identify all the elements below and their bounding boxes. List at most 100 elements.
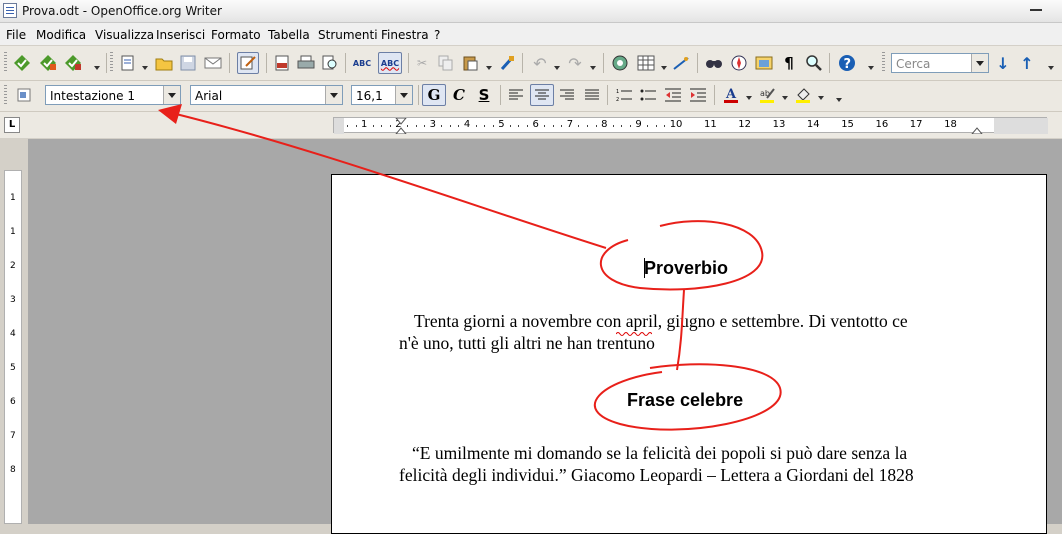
- undo-dropdown-icon[interactable]: [554, 62, 560, 72]
- tab-stop-type-button[interactable]: L: [4, 117, 20, 133]
- formatting-marks-icon[interactable]: ¶: [779, 53, 799, 73]
- copy-icon[interactable]: [436, 53, 456, 73]
- ruler-tick: [475, 125, 477, 127]
- navigator-icon[interactable]: [610, 53, 630, 73]
- minimize-button[interactable]: [1010, 0, 1062, 18]
- menu-tabella[interactable]: Tabella: [268, 28, 310, 42]
- right-indent-marker[interactable]: [971, 118, 983, 134]
- numbering-icon[interactable]: 12: [614, 85, 634, 105]
- highlighting-dropdown-icon[interactable]: [782, 92, 788, 102]
- increase-indent-icon[interactable]: [688, 85, 708, 105]
- menu-inserisci[interactable]: Inserisci: [156, 28, 205, 42]
- ruler-number: 14: [805, 119, 821, 130]
- align-right-icon[interactable]: [557, 85, 577, 105]
- vruler-number: 5: [10, 363, 16, 373]
- paste-dropdown-icon[interactable]: [486, 62, 492, 72]
- find-replace-icon[interactable]: [704, 53, 724, 73]
- font-name-value: Arial: [195, 89, 223, 103]
- ruler-tick: [629, 125, 631, 127]
- paragraph-quote-line2[interactable]: felicità degli individui.” Giacomo Leopa…: [399, 464, 914, 486]
- font-color-icon[interactable]: A: [721, 85, 741, 105]
- toolbar-overflow-icon[interactable]: [836, 94, 842, 104]
- font-name-select[interactable]: Arial: [190, 85, 343, 105]
- save-icon[interactable]: [178, 53, 198, 73]
- bullets-icon[interactable]: [638, 85, 658, 105]
- italic-button[interactable]: C: [449, 85, 469, 105]
- menu-file[interactable]: File: [6, 28, 26, 42]
- paragraph-proverb-line1[interactable]: Trenta giorni a novembre con april, giug…: [414, 310, 908, 332]
- help-icon[interactable]: ?: [837, 53, 857, 73]
- menu-modifica[interactable]: Modifica: [36, 28, 86, 42]
- menu-strumenti[interactable]: Strumenti: [318, 28, 378, 42]
- export-pdf-icon[interactable]: [272, 53, 292, 73]
- font-color-dropdown-icon[interactable]: [746, 92, 752, 102]
- paragraph-style-select[interactable]: Intestazione 1: [45, 85, 181, 105]
- ruler-number: 3: [428, 119, 437, 130]
- print-preview-icon[interactable]: [320, 53, 340, 73]
- document-page[interactable]: Proverbio Trenta giorni a novembre con a…: [331, 174, 1047, 534]
- highlighting-icon[interactable]: ab: [757, 85, 777, 105]
- table-icon[interactable]: [636, 53, 656, 73]
- separator: [697, 53, 698, 73]
- export-icon[interactable]: [63, 53, 83, 73]
- spellcheck-icon[interactable]: ABC: [352, 53, 372, 73]
- underline-button[interactable]: S: [474, 85, 494, 105]
- horizontal-ruler[interactable]: 1 2 3 4 5 6 7 8 9 10 11 12 13 14 15 16 17 18: [333, 117, 1048, 134]
- left-indent-marker[interactable]: [395, 118, 407, 134]
- navigator-compass-icon[interactable]: [729, 53, 749, 73]
- ruler-number: 4: [462, 119, 472, 130]
- bold-button[interactable]: G: [422, 84, 446, 106]
- find-next-down-icon[interactable]: ↓: [993, 53, 1013, 73]
- toolbar-grip[interactable]: [882, 52, 885, 72]
- styles-formatting-icon[interactable]: [14, 85, 34, 105]
- clone-formatting-icon[interactable]: [497, 53, 517, 73]
- new-dropdown-icon[interactable]: [142, 62, 148, 72]
- menu-finestra[interactable]: Finestra: [381, 28, 429, 42]
- toolbar-overflow-icon[interactable]: [1048, 62, 1054, 72]
- new-document-icon[interactable]: [118, 53, 138, 73]
- print-icon[interactable]: [296, 53, 316, 73]
- menu-help[interactable]: ?: [434, 28, 440, 42]
- toolbar-grip[interactable]: [110, 52, 113, 72]
- toolbar-grip[interactable]: [4, 85, 7, 105]
- background-color-icon[interactable]: [793, 85, 813, 105]
- open-folder-icon[interactable]: [154, 53, 174, 73]
- toolbar-overflow-icon[interactable]: [868, 62, 874, 72]
- heading-proverbio[interactable]: Proverbio: [644, 258, 728, 279]
- redo-icon[interactable]: ↷: [565, 53, 585, 73]
- find-previous-up-icon[interactable]: ↑: [1017, 53, 1037, 73]
- search-input[interactable]: Cerca: [891, 53, 989, 73]
- zoom-icon[interactable]: [804, 53, 824, 73]
- table-dropdown-icon[interactable]: [661, 62, 667, 72]
- edit-doc-icon[interactable]: [38, 53, 58, 73]
- paste-icon[interactable]: [460, 53, 480, 73]
- gallery-icon[interactable]: [754, 53, 774, 73]
- auto-spellcheck-icon[interactable]: ABC: [378, 52, 402, 74]
- draw-functions-icon[interactable]: [671, 53, 691, 73]
- justify-icon[interactable]: [582, 85, 602, 105]
- decrease-indent-icon[interactable]: [663, 85, 683, 105]
- font-size-select[interactable]: 16,1: [351, 85, 413, 105]
- background-color-dropdown-icon[interactable]: [818, 92, 824, 102]
- ruler-tick: [595, 125, 597, 127]
- align-left-icon[interactable]: [506, 85, 526, 105]
- vertical-ruler[interactable]: 1 1 2 3 4 5 6 7 8: [4, 170, 22, 524]
- menu-formato[interactable]: Formato: [211, 28, 261, 42]
- paragraph-quote-line1[interactable]: “E umilmente mi domando se la felicità d…: [412, 442, 907, 464]
- search-dropdown-icon[interactable]: [971, 54, 988, 72]
- email-icon[interactable]: [203, 53, 223, 73]
- toolbar-grip[interactable]: [4, 52, 7, 72]
- font-name-dropdown-icon[interactable]: [325, 86, 342, 104]
- align-center-icon[interactable]: [530, 84, 554, 106]
- paragraph-style-dropdown-icon[interactable]: [163, 86, 180, 104]
- font-size-dropdown-icon[interactable]: [395, 86, 412, 104]
- svg-text:?: ?: [844, 57, 852, 72]
- cut-icon[interactable]: ✂: [412, 53, 432, 73]
- edit-mode-icon[interactable]: [237, 52, 259, 74]
- update-icon[interactable]: [12, 53, 32, 73]
- redo-dropdown-icon[interactable]: [590, 62, 596, 72]
- heading-frase-celebre[interactable]: Frase celebre: [627, 390, 743, 411]
- undo-icon[interactable]: ↶: [530, 53, 550, 73]
- menu-visualizza[interactable]: Visualizza: [95, 28, 154, 42]
- toolbar-overflow-icon[interactable]: [94, 62, 100, 72]
